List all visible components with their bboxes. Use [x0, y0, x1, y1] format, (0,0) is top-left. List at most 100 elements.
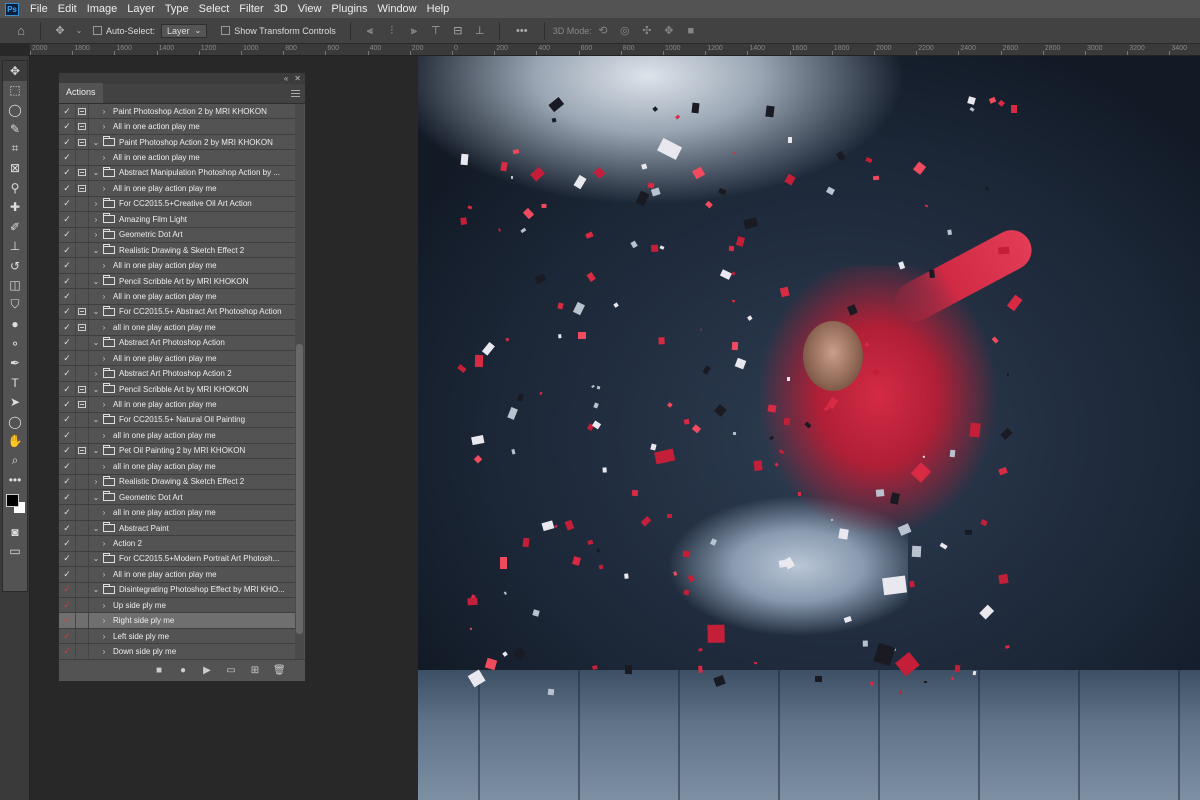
auto-select-dropdown[interactable]: Layer ⌄ — [161, 23, 208, 38]
align-left-icon[interactable]: ⫷ — [363, 25, 377, 37]
foreground-color-swatch[interactable] — [6, 494, 19, 507]
checkmark-icon[interactable]: ✓ — [59, 306, 75, 317]
align-bottom-icon[interactable]: ⊥ — [473, 25, 487, 37]
dialog-toggle[interactable] — [75, 613, 89, 628]
lasso-tool-icon[interactable]: ◯ — [3, 100, 27, 120]
dialog-toggle[interactable] — [75, 289, 89, 304]
chevron-right-icon[interactable]: › — [99, 354, 109, 363]
dialog-toggle[interactable] — [75, 397, 89, 412]
move-tool-icon[interactable]: ✥ — [3, 61, 27, 81]
align-top-icon[interactable]: ⊤ — [429, 25, 443, 37]
brush-tool-icon[interactable]: ✐ — [3, 217, 27, 237]
show-transform-checkbox[interactable] — [221, 26, 231, 35]
history-brush-tool-icon[interactable]: ↺ — [3, 256, 27, 276]
eraser-tool-icon[interactable]: ◫ — [3, 276, 27, 296]
tab-actions[interactable]: Actions — [59, 83, 103, 103]
dialog-toggle[interactable] — [75, 196, 89, 212]
dialog-toggle[interactable] — [75, 582, 89, 597]
chevron-right-icon[interactable]: › — [99, 647, 109, 656]
checkmark-icon[interactable]: ✓ — [59, 414, 75, 425]
dialog-toggle[interactable] — [75, 567, 89, 582]
chevron-down-icon[interactable]: ⌄ — [91, 493, 101, 502]
checkmark-icon[interactable]: ✓ — [59, 538, 75, 549]
dialog-toggle[interactable] — [75, 412, 89, 428]
checkmark-icon[interactable]: ✓ — [59, 553, 75, 564]
action-set-row[interactable]: ✓ ⌄ Realistic Drawing & Sketch Effect 2 — [59, 242, 295, 259]
dialog-toggle[interactable] — [75, 459, 89, 474]
menu-select[interactable]: Select — [194, 0, 235, 18]
action-set-row[interactable]: ✓ ⌄ Pencil Scribble Art by MRI KHOKON — [59, 381, 295, 398]
menu-layer[interactable]: Layer — [122, 0, 160, 18]
dialog-toggle[interactable] — [75, 520, 89, 536]
action-row[interactable]: ✓ › All in one action play me — [59, 119, 295, 135]
chevron-right-icon[interactable]: › — [99, 323, 109, 332]
action-set-row[interactable]: ✓ ⌄ For CC2015.5+ Natural Oil Painting — [59, 412, 295, 429]
checkmark-icon[interactable]: ✓ — [59, 430, 75, 441]
checkmark-icon[interactable]: ✓ — [59, 492, 75, 503]
checkmark-icon[interactable]: ✓ — [59, 137, 75, 148]
show-transform-toggle[interactable]: Show Transform Controls — [221, 26, 336, 36]
chevron-down-icon[interactable]: ⌄ — [91, 338, 101, 347]
menu-image[interactable]: Image — [82, 0, 123, 18]
dialog-toggle[interactable] — [75, 335, 89, 350]
dialog-toggle[interactable] — [75, 119, 89, 134]
frame-tool-icon[interactable]: ⊠ — [3, 159, 27, 179]
action-row[interactable]: ✓ › All in one play action play me — [59, 397, 295, 413]
chevron-right-icon[interactable]: › — [91, 230, 101, 239]
action-set-row[interactable]: ✓ ⌄ Geometric Dot Art — [59, 489, 295, 506]
clone-stamp-tool-icon[interactable]: ⊥ — [3, 237, 27, 257]
chevron-down-icon[interactable]: ⌄ — [91, 168, 101, 177]
quick-mask-icon[interactable]: ◙ — [3, 522, 27, 542]
action-row[interactable]: ✓ › Down side ply me — [59, 644, 295, 660]
checkmark-icon[interactable]: ✓ — [59, 600, 75, 611]
action-row[interactable]: ✓ › All in one action play me — [59, 150, 295, 166]
3d-scale-icon[interactable]: ■ — [684, 25, 698, 37]
checkmark-icon[interactable]: ✓ — [59, 523, 75, 534]
home-icon[interactable]: ⌂ — [14, 24, 28, 37]
chevron-right-icon[interactable]: › — [91, 477, 101, 486]
dialog-toggle[interactable] — [75, 258, 89, 273]
chevron-right-icon[interactable]: › — [91, 369, 101, 378]
chevron-right-icon[interactable]: › — [91, 199, 101, 208]
quick-select-tool-icon[interactable]: ✎ — [3, 120, 27, 140]
collapse-icon[interactable]: « — [284, 74, 288, 83]
chevron-down-icon[interactable]: ⌄ — [91, 138, 101, 147]
close-icon[interactable]: ✕ — [294, 74, 301, 83]
zoom-tool-icon[interactable]: ⌕ — [3, 451, 27, 471]
crop-tool-icon[interactable]: ⌗ — [3, 139, 27, 159]
dialog-toggle[interactable] — [75, 181, 89, 196]
chevron-down-icon[interactable]: ⌄ — [91, 385, 101, 394]
action-set-row[interactable]: ✓ ⌄ Abstract Art Photoshop Action — [59, 335, 295, 351]
action-set-row[interactable]: ✓ › Geometric Dot Art — [59, 227, 295, 243]
delete-button-icon[interactable]: 🗑 — [273, 665, 286, 676]
action-row[interactable]: ✓ › All in one play action play me — [59, 289, 295, 305]
dialog-toggle[interactable] — [75, 628, 89, 644]
chevron-right-icon[interactable]: › — [99, 539, 109, 548]
menu-type[interactable]: Type — [160, 0, 194, 18]
3d-slide-icon[interactable]: ✥ — [662, 25, 676, 37]
checkmark-icon[interactable]: ✓ — [59, 152, 75, 163]
checkmark-icon[interactable]: ✓ — [59, 291, 75, 302]
chevron-down-icon[interactable]: ⌄ — [91, 524, 101, 533]
dialog-toggle[interactable] — [75, 505, 89, 520]
chevron-right-icon[interactable]: › — [99, 431, 109, 440]
action-row[interactable]: ✓ › All in one play action play me — [59, 567, 295, 583]
checkmark-icon[interactable]: ✓ — [59, 445, 75, 456]
ellipse-tool-icon[interactable]: ◯ — [3, 412, 27, 432]
3d-orbit-icon[interactable]: ⟲ — [596, 25, 610, 37]
checkmark-icon[interactable]: ✓ — [59, 106, 75, 117]
action-row[interactable]: ✓ › All in one play action play me — [59, 351, 295, 367]
chevron-right-icon[interactable]: › — [99, 508, 109, 517]
checkmark-icon[interactable]: ✓ — [59, 229, 75, 240]
checkmark-icon[interactable]: ✓ — [59, 461, 75, 472]
new-action-button-icon[interactable]: ⊞ — [249, 665, 261, 676]
dialog-toggle[interactable] — [75, 134, 89, 150]
3d-pan-icon[interactable]: ✣ — [640, 25, 654, 37]
auto-select-toggle[interactable]: Auto-Select: — [93, 26, 155, 36]
action-set-row[interactable]: ✓ › Amazing Film Light — [59, 212, 295, 228]
blur-tool-icon[interactable]: ● — [3, 315, 27, 335]
chevron-right-icon[interactable]: › — [99, 601, 109, 610]
dialog-toggle[interactable] — [75, 551, 89, 567]
chevron-right-icon[interactable]: › — [99, 122, 109, 131]
chevron-right-icon[interactable]: › — [99, 184, 109, 193]
